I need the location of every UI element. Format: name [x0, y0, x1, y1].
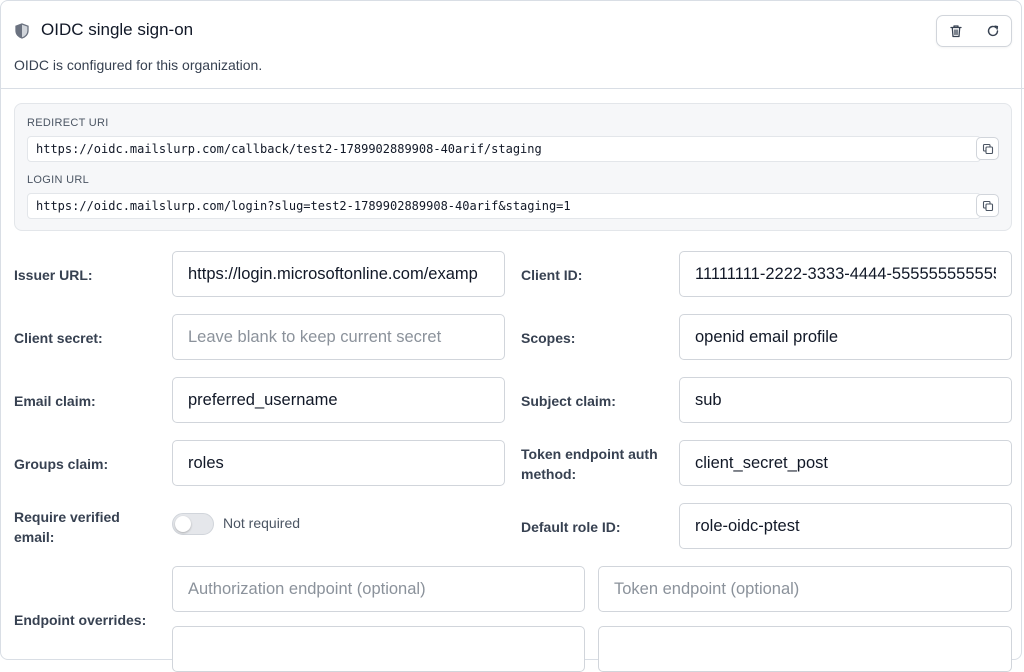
token-auth-label-line: Token endpoint auth — [521, 446, 658, 462]
default-role-label: Default role ID: — [521, 519, 621, 535]
verified-label-line: email: — [14, 529, 55, 545]
client-id-input[interactable] — [679, 251, 1012, 297]
page-title: OIDC single sign-on — [41, 20, 194, 39]
verified-label-line: Require verified — [14, 509, 120, 525]
toggle-knob — [175, 516, 191, 532]
issuer-url-label: Issuer URL: — [14, 267, 93, 283]
groups-claim-input[interactable] — [172, 440, 505, 486]
shield-icon — [15, 23, 29, 39]
token-auth-label-line: method: — [521, 466, 577, 482]
trash-icon — [949, 25, 962, 38]
delete-button[interactable] — [942, 17, 970, 45]
toggle-state-text: Not required — [223, 515, 301, 531]
groups-claim-label: Groups claim: — [14, 456, 109, 472]
header-toolbar — [936, 15, 1012, 47]
require-verified-email-label: Require verified email: — [14, 507, 120, 547]
token-auth-method-input[interactable] — [679, 440, 1012, 486]
redirect-uri-value[interactable]: https://oidc.mailslurp.com/callback/test… — [27, 136, 981, 162]
endpoint-overrides-label: Endpoint overrides: — [14, 612, 147, 628]
client-id-label: Client ID: — [521, 267, 583, 283]
client-secret-label: Client secret: — [14, 330, 103, 346]
redirect-uri-label: REDIRECT URI — [27, 117, 109, 129]
copy-icon — [982, 200, 993, 211]
refresh-button[interactable] — [979, 17, 1007, 45]
token-auth-method-label: Token endpoint auth method: — [521, 444, 658, 484]
endpoint-override-input[interactable] — [172, 626, 585, 672]
uri-panel: REDIRECT URI https://oidc.mailslurp.com/… — [14, 103, 1012, 231]
copy-icon — [982, 143, 993, 154]
login-url-value[interactable]: https://oidc.mailslurp.com/login?slug=te… — [27, 193, 981, 219]
client-secret-input[interactable] — [172, 314, 505, 360]
authorization-endpoint-input[interactable] — [172, 566, 585, 612]
scopes-input[interactable] — [679, 314, 1012, 360]
email-claim-input[interactable] — [172, 377, 505, 423]
refresh-icon — [987, 25, 998, 37]
copy-login-button[interactable] — [976, 194, 999, 217]
require-verified-email-toggle[interactable] — [172, 513, 214, 535]
subject-claim-input[interactable] — [679, 377, 1012, 423]
status-text: OIDC is configured for this organization… — [14, 57, 263, 73]
copy-redirect-button[interactable] — [976, 137, 999, 160]
email-claim-label: Email claim: — [14, 393, 96, 409]
card-header: OIDC single sign-on OIDC is configured f… — [1, 1, 1024, 89]
issuer-url-input[interactable] — [172, 251, 505, 297]
login-url-label: LOGIN URL — [27, 174, 89, 186]
oidc-settings-card: OIDC single sign-on OIDC is configured f… — [0, 0, 1024, 672]
endpoint-override-input[interactable] — [598, 626, 1012, 672]
default-role-input[interactable] — [679, 503, 1012, 549]
scopes-label: Scopes: — [521, 330, 576, 346]
token-endpoint-input[interactable] — [598, 566, 1012, 612]
subject-claim-label: Subject claim: — [521, 393, 616, 409]
